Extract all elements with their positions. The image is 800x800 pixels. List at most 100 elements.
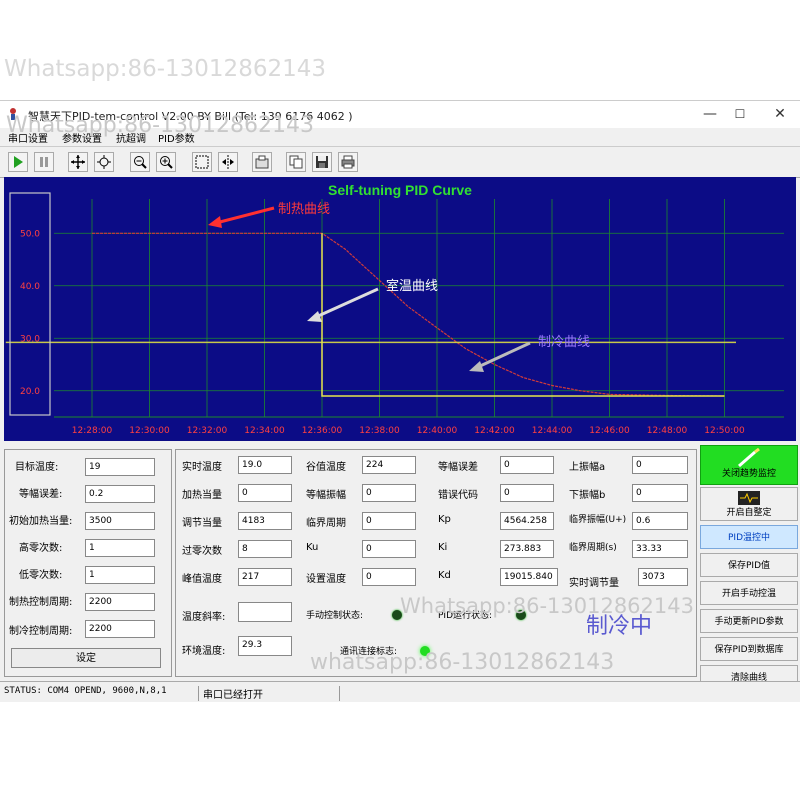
x-tick-label: 12:50:00: [704, 426, 745, 436]
port-status: 串口已经打开: [198, 686, 340, 701]
maximize-button[interactable]: ☐: [720, 101, 760, 128]
valley-temp-value: 224: [362, 456, 416, 474]
zoom-in-icon[interactable]: [156, 152, 176, 172]
label-valley-temp: 谷值温度: [306, 462, 346, 473]
amplitude-error-input[interactable]: 0.2: [85, 485, 155, 503]
label-kd: Kd: [438, 570, 451, 581]
menu-pid-params[interactable]: PID参数: [158, 130, 195, 145]
x-tick-label: 12:44:00: [532, 426, 573, 436]
label-ki: Ki: [438, 542, 448, 553]
trend-monitor-label: 关闭趋势监控: [721, 469, 776, 479]
x-tick-label: 12:30:00: [129, 426, 170, 436]
label-upper-amp: 上振幅a: [569, 462, 606, 473]
watermark: Whatsapp:86-13012862143: [4, 56, 326, 82]
manual-state-led: [392, 610, 402, 620]
x-tick-label: 12:46:00: [589, 426, 630, 436]
x-tick-label: 12:28:00: [72, 426, 113, 436]
label-temp-slope: 温度斜率:: [182, 612, 226, 623]
pid-chart: 12:28:00 12:30:00 12:32:00 12:34:00 12:36:00…: [4, 177, 796, 441]
action-panel: 关闭趋势监控 开启自整定 PID温控中 保存PID值 开启手动控温 手动更新PI…: [700, 445, 798, 693]
x-tick-label: 12:40:00: [417, 426, 458, 436]
label-set-temp: 设置温度: [306, 574, 346, 585]
label-lower-amp: 下振幅b: [569, 490, 606, 501]
label-manual-state: 手动控制状态:: [306, 611, 364, 621]
heating-period-input[interactable]: 2200: [85, 593, 155, 611]
y-tick-label: 50.0: [20, 229, 40, 239]
x-tick-label: 12:48:00: [647, 426, 688, 436]
label-eq-error: 等幅误差: [438, 462, 478, 473]
label-equal-amp: 等幅振幅: [306, 490, 346, 501]
print-icon[interactable]: [338, 152, 358, 172]
x-tick-label: 12:36:00: [302, 426, 343, 436]
copy-icon[interactable]: [286, 152, 306, 172]
label-kp: Kp: [438, 514, 451, 525]
chart-title: Self-tuning PID Curve: [328, 182, 472, 198]
menu-bar: 串口设置 参数设置 抗超调 PID参数: [0, 128, 800, 145]
x-tick-label: 12:32:00: [187, 426, 228, 436]
peak-temp-value: 217: [238, 568, 292, 586]
split-icon[interactable]: [218, 152, 238, 172]
label-realtime-adjust: 实时调节量: [569, 578, 619, 589]
label-init-heating: 初始加热当量:: [9, 516, 73, 527]
upper-amp-value: 0: [632, 456, 688, 474]
label-heating-curve: 制热曲线: [278, 202, 330, 217]
status-text: STATUS: COM4 OPEND, 9600,N,8,1: [4, 686, 167, 696]
pen-icon: [738, 448, 760, 468]
select-icon[interactable]: [192, 152, 212, 172]
export-icon[interactable]: [252, 152, 272, 172]
zoom-out-icon[interactable]: [130, 152, 150, 172]
manual-control-button[interactable]: 开启手动控温: [700, 581, 798, 605]
label-zero-cross: 过零次数: [182, 546, 222, 557]
update-pid-button[interactable]: 手动更新PID参数: [700, 609, 798, 633]
high-zero-input[interactable]: 1: [85, 539, 155, 557]
pid-status-panel: 实时温度 19.0 加热当量 0 调节当量 4183 过零次数 8 峰值温度 2…: [175, 449, 697, 677]
cooling-period-input[interactable]: 2200: [85, 620, 155, 638]
adjust-equiv-value: 4183: [238, 512, 292, 530]
zero-cross-value: 8: [238, 540, 292, 558]
label-critical-period: 临界周期: [306, 518, 346, 529]
label-room-curve: 室温曲线: [386, 278, 438, 294]
label-ambient-temp: 环境温度:: [182, 646, 226, 657]
set-button[interactable]: 设定: [11, 648, 161, 668]
equal-amp-value: 0: [362, 484, 416, 502]
label-comm-flag: 通讯连接标志:: [340, 647, 398, 657]
target-temp-input[interactable]: 19: [85, 458, 155, 476]
close-button[interactable]: ✕: [760, 101, 800, 128]
pause-icon[interactable]: [34, 152, 54, 172]
auto-tune-button[interactable]: 开启自整定: [700, 487, 798, 521]
label-amplitude-error: 等幅误差:: [19, 489, 63, 500]
label-cooling-period: 制冷控制周期:: [9, 626, 73, 637]
x-tick-label: 12:38:00: [359, 426, 400, 436]
ambient-temp-value: 29.3: [238, 636, 292, 656]
y-tick-label: 40.0: [20, 282, 40, 292]
play-icon[interactable]: [8, 152, 28, 172]
waveform-icon: [738, 491, 760, 505]
label-critical-period-s: 临界周期(s): [569, 543, 617, 553]
eq-error-value: 0: [500, 456, 554, 474]
lower-amp-value: 0: [632, 484, 688, 502]
toolbar: [0, 146, 800, 178]
title-bar: 智慧天下PID-tem-control V2.00 BY Bill (Tel: …: [0, 101, 800, 128]
save-icon[interactable]: [312, 152, 332, 172]
temp-slope-value: [238, 602, 292, 622]
label-peak-temp: 峰值温度: [182, 574, 222, 585]
label-heating-period: 制热控制周期:: [9, 597, 73, 608]
label-pid-run-state: PID运行状态:: [438, 611, 493, 621]
y-tick-label: 30.0: [20, 334, 40, 344]
low-zero-input[interactable]: 1: [85, 566, 155, 584]
save-pid-button[interactable]: 保存PID值: [700, 553, 798, 577]
menu-anti-overshoot[interactable]: 抗超调: [116, 130, 146, 145]
critical-period-value: 0: [362, 512, 416, 530]
comm-flag-led: [420, 646, 430, 656]
status-bar: STATUS: COM4 OPEND, 9600,N,8,1 串口已经打开: [0, 681, 800, 702]
init-heating-input[interactable]: 3500: [85, 512, 155, 530]
pid-control-button[interactable]: PID温控中: [700, 525, 798, 549]
move-icon[interactable]: [68, 152, 88, 172]
trend-monitor-button[interactable]: 关闭趋势监控: [700, 445, 798, 485]
zoom-fit-icon[interactable]: [94, 152, 114, 172]
ki-value: 273.883: [500, 540, 554, 558]
menu-params[interactable]: 参数设置: [62, 130, 102, 145]
save-pid-db-button[interactable]: 保存PID到数据库: [700, 637, 798, 661]
menu-serial[interactable]: 串口设置: [8, 130, 48, 145]
critical-period-s-value: 33.33: [632, 540, 688, 558]
